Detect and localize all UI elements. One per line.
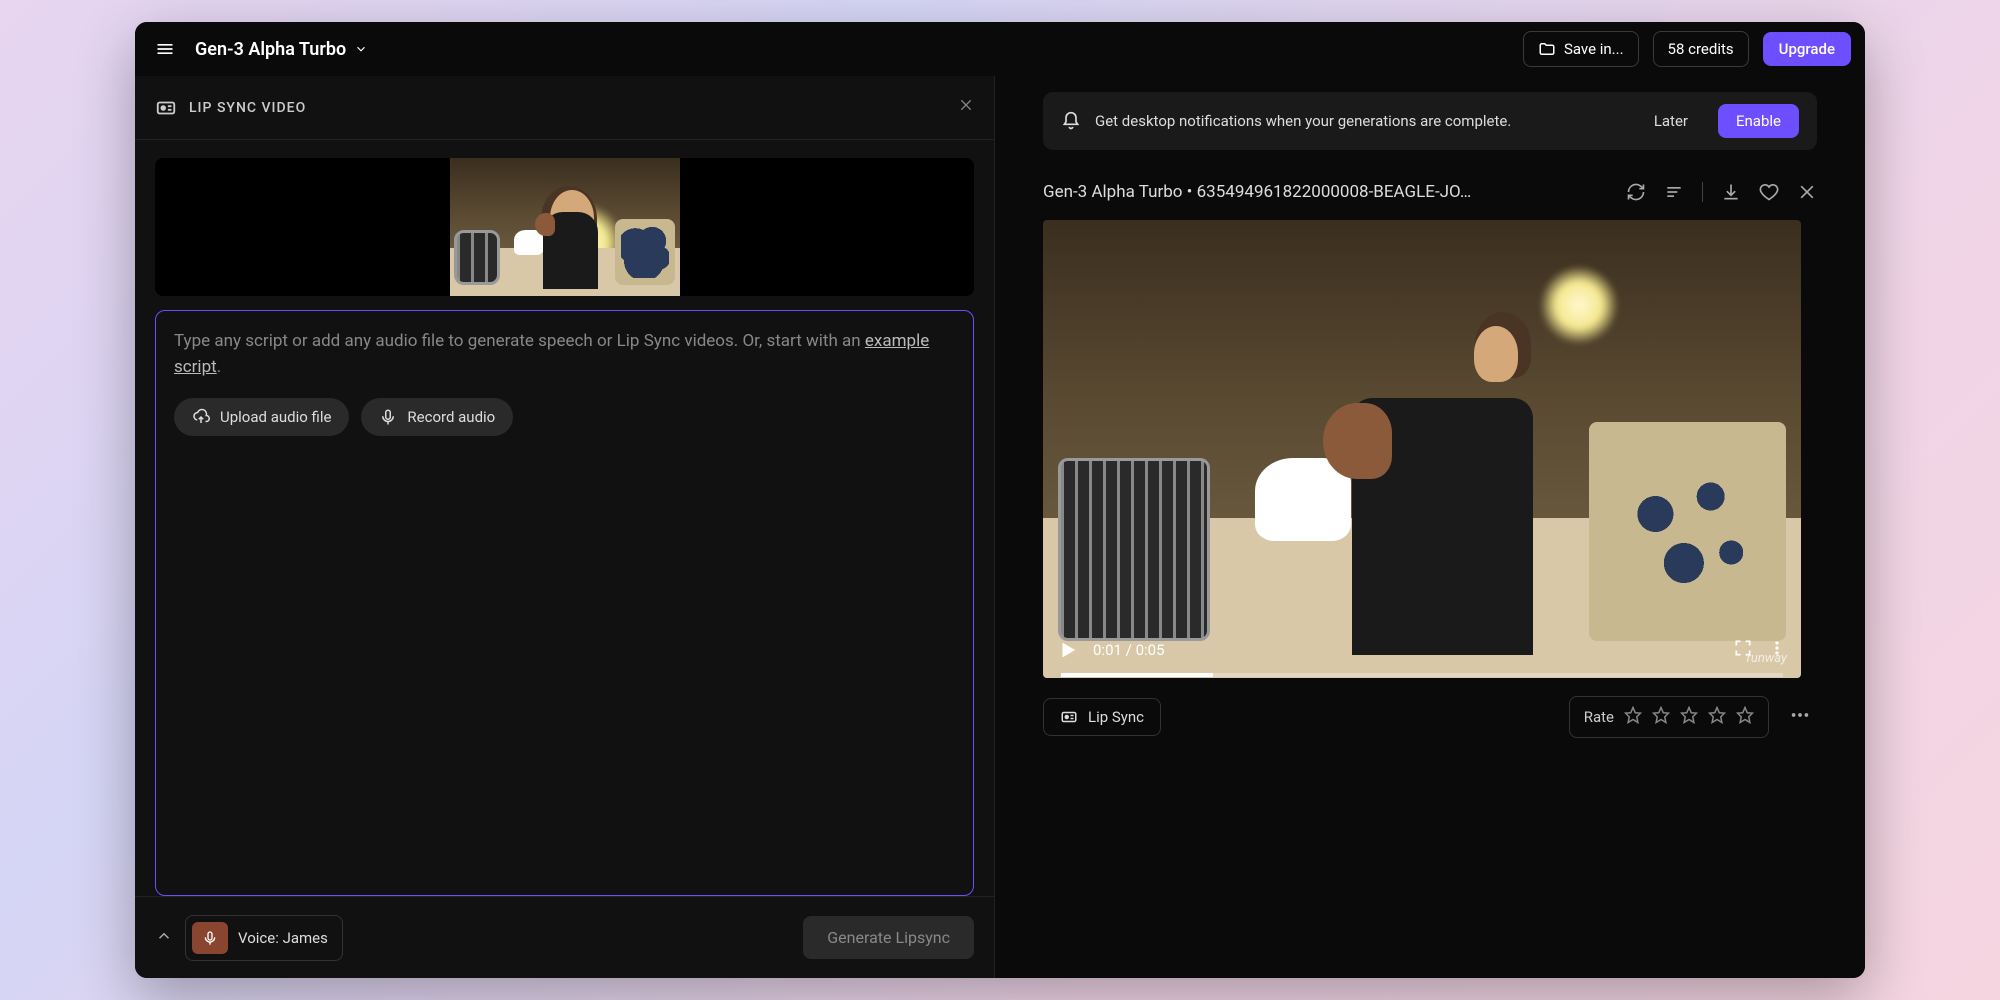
rate-box: Rate (1569, 696, 1769, 738)
upgrade-button[interactable]: Upgrade (1763, 32, 1851, 66)
voice-avatar-icon (192, 922, 228, 954)
details-button[interactable] (1664, 182, 1684, 202)
generate-lipsync-button[interactable]: Generate Lipsync (803, 916, 974, 959)
top-bar: Gen-3 Alpha Turbo Save in... 58 credits … (135, 22, 1865, 76)
hamburger-menu-button[interactable] (149, 33, 181, 65)
progress-fill (1061, 673, 1213, 677)
panel-header: LIP SYNC VIDEO (135, 76, 994, 140)
more-options-button[interactable] (1783, 704, 1817, 730)
lipsync-small-icon (1060, 708, 1078, 726)
regenerate-button[interactable] (1626, 182, 1646, 202)
app-window: Gen-3 Alpha Turbo Save in... 58 credits … (135, 22, 1865, 978)
progress-bar[interactable] (1061, 673, 1783, 677)
upload-audio-button[interactable]: Upload audio file (174, 398, 349, 436)
generation-title: Gen-3 Alpha Turbo • 635494961822000008-B… (1043, 182, 1471, 202)
play-button[interactable] (1057, 639, 1079, 661)
save-in-button[interactable]: Save in... (1523, 31, 1639, 67)
later-button[interactable]: Later (1638, 104, 1704, 138)
close-generation-button[interactable] (1797, 182, 1817, 202)
panel-title: LIP SYNC VIDEO (189, 100, 306, 116)
rate-label: Rate (1584, 708, 1614, 726)
video-controls: 0:01 / 0:05 (1043, 622, 1801, 678)
star-4[interactable] (1708, 706, 1726, 728)
close-panel-button[interactable] (958, 97, 974, 118)
notification-bar: Get desktop notifications when your gene… (1043, 92, 1817, 150)
record-audio-button[interactable]: Record audio (361, 398, 513, 436)
notification-text: Get desktop notifications when your gene… (1095, 112, 1511, 130)
voice-selector[interactable]: Voice: James (185, 915, 343, 961)
star-2[interactable] (1652, 706, 1670, 728)
right-panel: Get desktop notifications when your gene… (995, 76, 1865, 978)
credits-display[interactable]: 58 credits (1653, 31, 1749, 67)
favorite-button[interactable] (1759, 182, 1779, 202)
divider (1702, 182, 1703, 202)
chevron-down-icon (354, 42, 368, 56)
star-3[interactable] (1680, 706, 1698, 728)
generation-header: Gen-3 Alpha Turbo • 635494961822000008-B… (1043, 182, 1817, 202)
lipsync-icon (155, 97, 177, 119)
main-content: LIP SYNC VIDEO (135, 76, 1865, 978)
microphone-icon (379, 408, 397, 426)
bottom-bar: Voice: James Generate Lipsync (135, 896, 994, 978)
expand-voice-button[interactable] (155, 927, 173, 949)
script-input-area[interactable]: Type any script or add any audio file to… (155, 310, 974, 896)
enable-button[interactable]: Enable (1718, 104, 1799, 138)
save-label: Save in... (1564, 40, 1624, 58)
time-display: 0:01 / 0:05 (1093, 641, 1165, 659)
generation-actions (1626, 182, 1817, 202)
lipsync-action-button[interactable]: Lip Sync (1043, 698, 1161, 736)
model-name: Gen-3 Alpha Turbo (195, 39, 346, 60)
voice-label: Voice: James (238, 929, 328, 947)
watermark: runway (1747, 651, 1787, 666)
left-panel: LIP SYNC VIDEO (135, 76, 995, 978)
folder-icon (1538, 40, 1556, 58)
star-5[interactable] (1736, 706, 1754, 728)
source-video-thumbnail[interactable] (155, 158, 974, 296)
upload-icon (192, 408, 210, 426)
download-button[interactable] (1721, 182, 1741, 202)
script-placeholder: Type any script or add any audio file to… (174, 329, 955, 380)
video-player[interactable]: 0:01 / 0:05 runway (1043, 220, 1801, 678)
star-1[interactable] (1624, 706, 1642, 728)
model-selector[interactable]: Gen-3 Alpha Turbo (195, 39, 368, 60)
video-footer: Lip Sync Rate (1043, 696, 1817, 738)
audio-buttons: Upload audio file Record audio (174, 398, 955, 436)
bell-icon (1061, 111, 1081, 131)
